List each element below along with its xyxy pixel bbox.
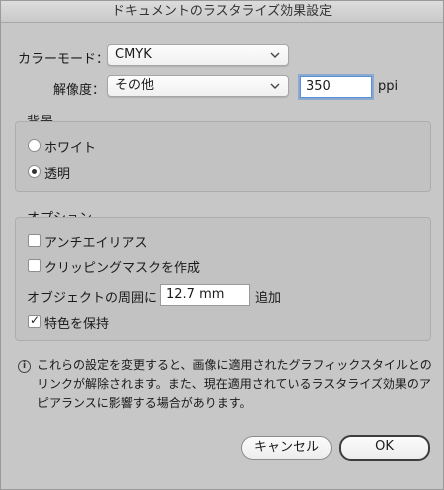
antialias-label[interactable]: アンチエイリアス — [44, 232, 147, 251]
info-text: これらの設定を変更すると、画像に適用されたグラフィックスタイルとの リンクが解除… — [37, 356, 437, 413]
info-line-2: リンクが解除されます。また、現在適用されているラスタライズ効果のア — [37, 377, 431, 391]
padding-suffix-label: 追加 — [255, 291, 282, 306]
radio-white[interactable] — [28, 139, 41, 152]
resolution-input[interactable]: 350 — [300, 76, 372, 98]
info-line-3: ピアランスに影響する場合があります。 — [37, 396, 252, 410]
preserve-spot-label[interactable]: 特色を保持 — [44, 313, 109, 332]
radio-transparent[interactable] — [28, 165, 41, 178]
chevron-down-icon — [270, 83, 280, 89]
color-mode-select[interactable]: CMYK — [107, 44, 289, 66]
clipping-mask-label[interactable]: クリッピングマスクを作成 — [44, 257, 200, 276]
ok-button[interactable]: OK — [339, 435, 430, 461]
chevron-down-icon — [270, 52, 280, 58]
resolution-select-value: その他 — [115, 78, 155, 93]
clipping-mask-checkbox[interactable] — [28, 259, 41, 272]
preserve-spot-checkbox[interactable] — [28, 313, 41, 328]
padding-input[interactable]: 12.7 mm — [160, 284, 250, 306]
color-mode-value: CMYK — [115, 47, 152, 62]
resolution-label: 解像度： — [53, 83, 106, 98]
resolution-select[interactable]: その他 — [107, 75, 289, 97]
info-line-1: これらの設定を変更すると、画像に適用されたグラフィックスタイルとの — [37, 358, 432, 372]
background-group — [15, 121, 431, 192]
cancel-button[interactable]: キャンセル — [241, 436, 332, 460]
radio-transparent-label[interactable]: 透明 — [44, 163, 70, 182]
rasterize-settings-dialog: ドキュメントのラスタライズ効果設定 カラーモード： CMYK 解像度： その他 … — [0, 0, 444, 490]
color-mode-label: カラーモード： — [18, 52, 110, 67]
antialias-checkbox[interactable] — [28, 234, 41, 247]
ppi-unit-label: ppi — [378, 79, 399, 94]
info-icon: i — [18, 360, 31, 373]
padding-label: オブジェクトの周囲に — [27, 291, 158, 306]
radio-white-label[interactable]: ホワイト — [44, 137, 96, 156]
dialog-title: ドキュメントのラスタライズ効果設定 — [1, 1, 443, 23]
